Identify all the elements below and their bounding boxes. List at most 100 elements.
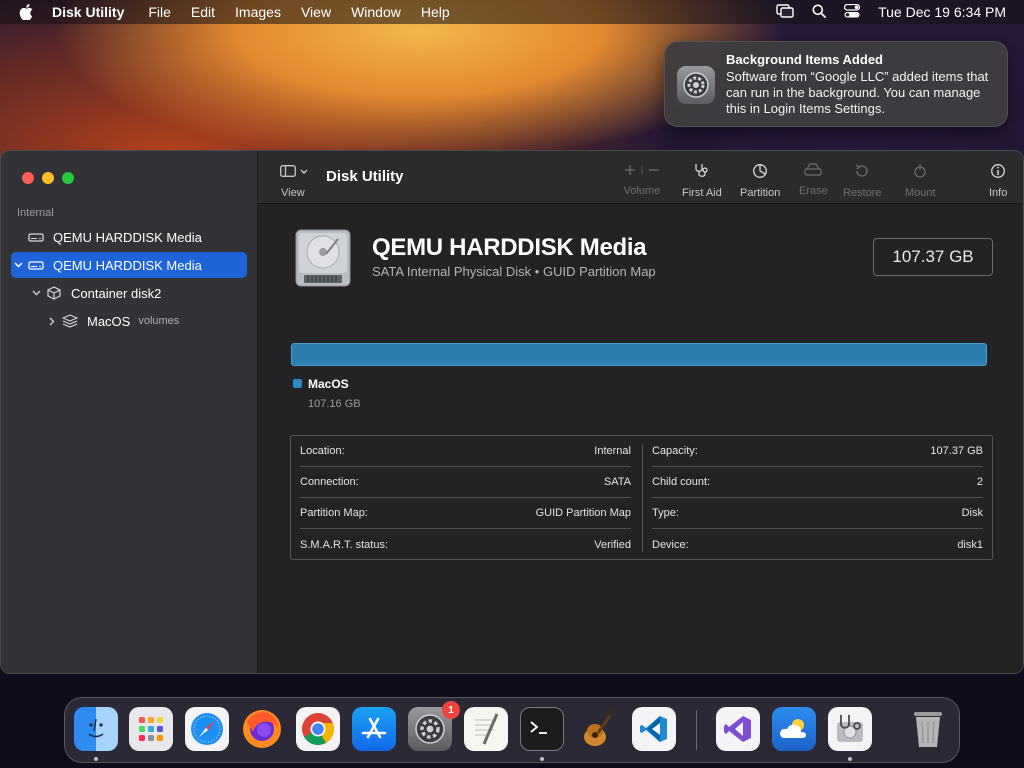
apple-menu-icon[interactable]	[0, 4, 52, 20]
sidebar-item-label: QEMU HARDDISK Media	[53, 257, 202, 273]
dock: 1	[64, 697, 960, 763]
disk-utility-dock-icon[interactable]	[828, 707, 872, 751]
chrome-icon[interactable]	[296, 707, 340, 751]
minimize-window-button[interactable]	[42, 172, 54, 184]
sidebar-item-qemu-disk-2[interactable]: QEMU HARDDISK Media	[11, 252, 247, 278]
mount-icon	[914, 164, 926, 178]
textedit-icon[interactable]	[464, 707, 508, 751]
app-store-icon[interactable]	[352, 707, 396, 751]
window-title: Disk Utility	[326, 168, 404, 185]
info-divider	[642, 444, 643, 552]
menu-images[interactable]: Images	[225, 4, 291, 20]
menu-bar: Disk Utility File Edit Images View Windo…	[0, 0, 1024, 24]
sidebar-item-container-disk2[interactable]: Container disk2	[29, 280, 247, 306]
finder-icon[interactable]	[74, 707, 118, 751]
sidebar-section-internal: Internal	[17, 207, 54, 219]
chevron-down-icon[interactable]	[29, 290, 43, 296]
menu-window[interactable]: Window	[341, 4, 411, 20]
vscode-icon[interactable]	[632, 707, 676, 751]
info-row-connection: Connection: SATA	[300, 467, 631, 498]
sidebar-item-qemu-disk-1[interactable]: QEMU HARDDISK Media	[11, 224, 247, 250]
chevron-right-icon[interactable]	[45, 316, 59, 326]
erase-button[interactable]: Erase	[799, 163, 828, 197]
disk-description: SATA Internal Physical Disk • GUID Parti…	[372, 264, 656, 279]
info-row-device: Device: disk1	[652, 538, 983, 551]
disk-utility-running-indicator	[848, 757, 852, 761]
toolbar: View Disk Utility Volume First Aid Parti…	[258, 151, 1023, 204]
info-row-type: Type: Disk	[652, 498, 983, 529]
garageband-icon[interactable]	[576, 707, 620, 751]
sidebar-icon	[280, 165, 296, 177]
weather-icon[interactable]	[772, 707, 816, 751]
notification-title: Background Items Added	[726, 52, 883, 67]
legend-name: MacOS	[308, 377, 349, 391]
sidebar-item-sublabel: volumes	[138, 315, 180, 327]
first-aid-button[interactable]: First Aid	[682, 163, 722, 199]
terminal-running-indicator	[540, 757, 544, 761]
info-row-capacity: Capacity: 107.37 GB	[652, 436, 983, 467]
notification-body: Software from “Google LLC” added items t…	[726, 69, 989, 116]
system-settings-dock-icon[interactable]: 1	[408, 701, 460, 751]
info-row-smart-status: S.M.A.R.T. status: Verified	[300, 538, 631, 551]
info-button[interactable]: Info	[989, 163, 1007, 199]
menu-clock[interactable]: Tue Dec 19 6:34 PM	[878, 4, 1006, 20]
close-window-button[interactable]	[22, 172, 34, 184]
restore-button[interactable]: Restore	[843, 163, 882, 199]
volume-stack-icon	[59, 314, 81, 328]
spotlight-search-icon[interactable]	[812, 4, 827, 21]
visual-studio-icon[interactable]	[716, 707, 760, 751]
sidebar-item-label: MacOS	[87, 313, 131, 329]
screen-mirroring-icon[interactable]	[776, 3, 794, 21]
legend-size: 107.16 GB	[308, 398, 361, 410]
internal-disk-icon	[294, 229, 352, 294]
menu-file[interactable]: File	[138, 4, 181, 20]
partition-button[interactable]: Partition	[740, 163, 780, 199]
erase-icon	[804, 163, 822, 176]
safari-icon[interactable]	[185, 707, 229, 751]
info-row-partition-map: Partition Map: GUID Partition Map	[300, 498, 631, 529]
sidebar-item-macos[interactable]: MacOS volumes	[45, 308, 247, 334]
sidebar-item-label: QEMU HARDDISK Media	[53, 229, 202, 245]
disk-size-badge: 107.37 GB	[873, 238, 993, 276]
hard-drive-icon	[25, 231, 47, 243]
sidebar-toggle-button[interactable]	[280, 165, 308, 177]
hard-drive-icon	[25, 259, 47, 271]
legend-swatch-macos	[293, 379, 302, 388]
control-center-icon[interactable]	[844, 3, 861, 21]
restore-icon	[855, 164, 868, 177]
disk-name: QEMU HARDDISK Media	[372, 234, 647, 261]
trash-icon[interactable]	[906, 707, 950, 751]
info-column-right: Capacity: 107.37 GB Child count: 2 Type: Di…	[652, 436, 983, 560]
pie-chart-icon	[753, 164, 768, 178]
firefox-icon[interactable]	[240, 707, 284, 751]
disk-utility-window: Internal QEMU HARDDISK Media QEMU HARDDI…	[0, 150, 1024, 674]
info-icon	[991, 164, 1006, 178]
info-row-child-count: Child count: 2	[652, 467, 983, 498]
chevron-down-icon[interactable]	[11, 262, 25, 268]
system-settings-icon	[677, 66, 715, 104]
menu-app-name[interactable]: Disk Utility	[52, 4, 138, 20]
notification-banner[interactable]: Background Items Added Software from “Go…	[664, 41, 1008, 127]
finder-running-indicator	[94, 757, 98, 761]
dock-separator	[696, 710, 697, 750]
stethoscope-icon	[695, 164, 708, 177]
launchpad-icon[interactable]	[129, 707, 173, 751]
container-icon	[43, 286, 65, 300]
info-row-location: Location: Internal	[300, 436, 631, 467]
menu-view[interactable]: View	[291, 4, 341, 20]
menu-help[interactable]: Help	[411, 4, 460, 20]
info-column-left: Location: Internal Connection: SATA Partit…	[300, 436, 631, 560]
view-label: View	[281, 187, 305, 199]
mount-button[interactable]: Mount	[905, 163, 936, 199]
disk-info-table: Location: Internal Connection: SATA Partit…	[290, 435, 993, 560]
menu-edit[interactable]: Edit	[181, 4, 225, 20]
add-remove-icon	[625, 165, 659, 175]
terminal-icon[interactable]	[520, 707, 564, 751]
chevron-down-icon	[300, 169, 308, 174]
volume-button[interactable]: Volume	[622, 163, 662, 197]
zoom-window-button[interactable]	[62, 172, 74, 184]
disk-detail-pane: QEMU HARDDISK Media SATA Internal Physic…	[258, 204, 1023, 673]
notification-badge: 1	[442, 701, 460, 719]
sidebar-item-label: Container disk2	[71, 285, 162, 301]
disk-usage-bar	[291, 343, 987, 366]
